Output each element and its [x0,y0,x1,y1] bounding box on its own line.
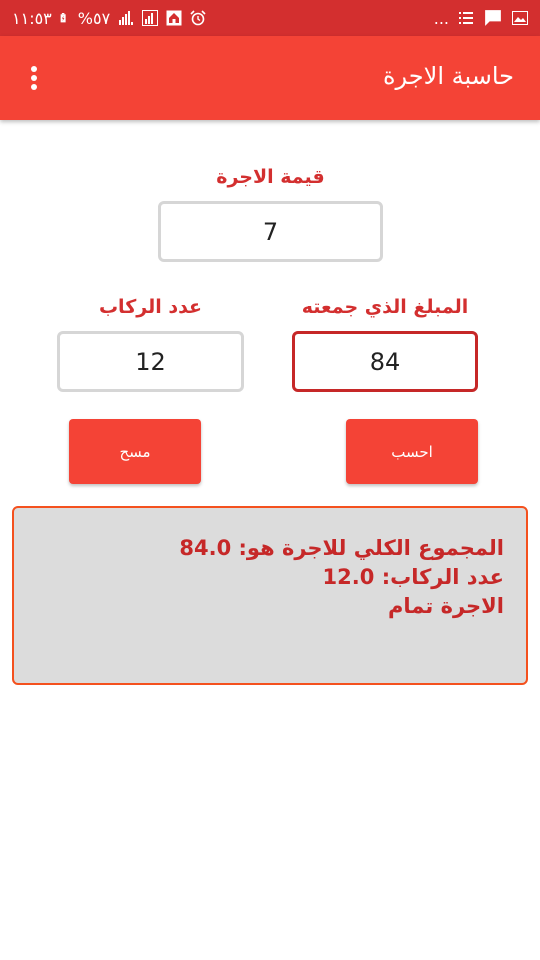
result-text: المجموع الكلي للاجرة هو: 84.0 عدد الركاب… [179,534,504,621]
collected-amount-input[interactable]: 84 [292,331,478,392]
home-icon [166,10,182,26]
menu-dot [31,84,37,90]
image-icon [512,11,528,25]
app-title: حاسبة الاجرة [382,62,514,90]
alarm-icon [190,10,206,26]
fare-status: الاجرة تمام [388,594,504,618]
total-label: المجموع الكلي للاجرة هو: [238,536,504,560]
more-notifications: ... [433,8,449,28]
result-passengers-label: عدد الركاب: [381,565,504,589]
overflow-menu-icon[interactable] [22,62,46,94]
passengers-input[interactable]: 12 [57,331,244,392]
status-bar: ١١:٥٣ %٥٧ ... [0,0,540,36]
total-line: المجموع الكلي للاجرة هو: 84.0 [179,534,504,563]
collected-label: المبلغ الذي جمعته [301,296,469,318]
battery-charging-icon [60,13,66,23]
total-value: 84.0 [179,536,232,560]
list-icon [459,12,473,24]
calculate-button[interactable]: احسب [346,419,478,484]
passengers-line: عدد الركاب: 12.0 [179,563,504,592]
result-panel: المجموع الكلي للاجرة هو: 84.0 عدد الركاب… [12,506,528,685]
passengers-label: عدد الركاب [98,296,203,318]
fare-input[interactable]: 7 [158,201,383,262]
battery-percent: %٥٧ [77,8,111,28]
menu-dot [31,75,37,81]
app-bar: حاسبة الاجرة [0,36,540,120]
clock: ١١:٥٣ [12,8,52,28]
fare-label: قيمة الاجرة [216,166,325,188]
status-right: ... [434,0,528,36]
signal-icon [119,11,134,25]
menu-dot [31,66,37,72]
chat-icon [485,10,501,26]
signal-box-icon [142,10,159,26]
clear-button[interactable]: مسح [69,419,201,484]
result-passengers-value: 12.0 [322,565,375,589]
status-left: ١١:٥٣ %٥٧ [12,0,206,36]
